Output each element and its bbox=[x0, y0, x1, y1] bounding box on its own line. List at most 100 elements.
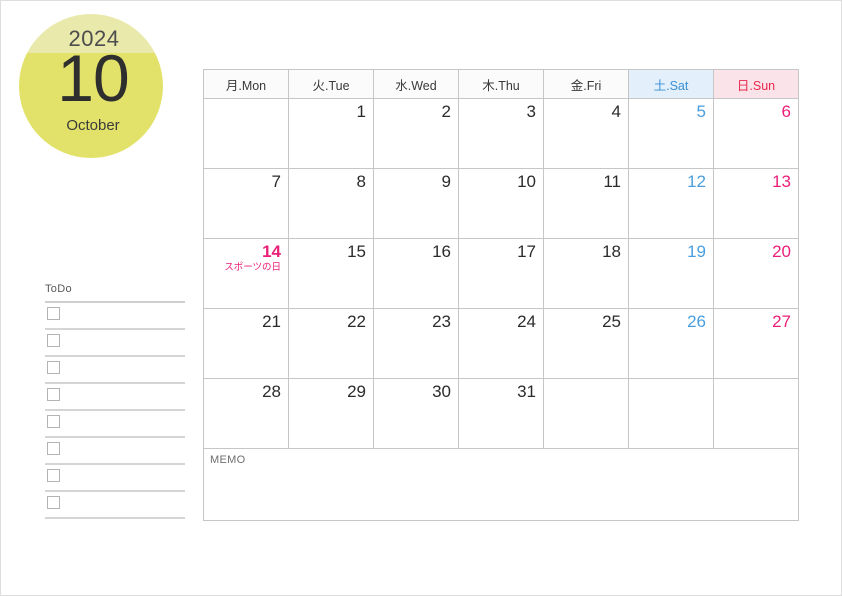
day-number bbox=[629, 379, 713, 382]
day-number: 23 bbox=[432, 312, 451, 331]
day-number: 5 bbox=[696, 102, 706, 121]
calendar-day-cell[interactable]: 15 bbox=[288, 238, 374, 309]
day-number: 9 bbox=[441, 172, 451, 191]
todo-checkbox[interactable] bbox=[47, 469, 60, 482]
calendar-page: 2024 10 October ToDo 月.Mon 火.Tue 水.Wed 木.Th… bbox=[0, 0, 842, 596]
day-number: 7 bbox=[271, 172, 281, 191]
day-number: 11 bbox=[603, 172, 621, 191]
calendar-day-cell[interactable]: 13 bbox=[713, 168, 799, 239]
calendar-day-cell[interactable]: 29 bbox=[288, 378, 374, 449]
calendar-header-weekday-1: 火.Tue bbox=[288, 69, 374, 99]
day-number: 13 bbox=[772, 172, 791, 191]
calendar-header-weekday-4: 金.Fri bbox=[543, 69, 629, 99]
calendar-day-cell[interactable]: 17 bbox=[458, 238, 544, 309]
calendar-day-cell[interactable]: 2 bbox=[373, 98, 459, 169]
calendar-day-cell[interactable]: 6 bbox=[713, 98, 799, 169]
todo-list bbox=[45, 303, 185, 519]
memo-cell[interactable]: MEMO bbox=[203, 448, 799, 521]
todo-item bbox=[45, 330, 185, 357]
calendar-day-cell[interactable]: 21 bbox=[203, 308, 289, 379]
todo-checkbox[interactable] bbox=[47, 361, 60, 374]
calendar-week-row: 28 29 30 31 bbox=[203, 378, 799, 449]
day-number: 14 bbox=[262, 242, 281, 261]
holiday-label: スポーツの日 bbox=[224, 261, 281, 273]
day-number: 2 bbox=[441, 102, 451, 121]
calendar-header-weekday-2: 水.Wed bbox=[373, 69, 459, 99]
calendar-empty-cell bbox=[203, 98, 289, 169]
todo-checkbox[interactable] bbox=[47, 334, 60, 347]
todo-item bbox=[45, 492, 185, 519]
todo-item bbox=[45, 411, 185, 438]
calendar-empty-cell bbox=[628, 378, 714, 449]
calendar-day-cell[interactable]: 19 bbox=[628, 238, 714, 309]
calendar-day-cell[interactable]: 1 bbox=[288, 98, 374, 169]
day-number: 20 bbox=[772, 242, 791, 261]
todo-item bbox=[45, 465, 185, 492]
day-number: 4 bbox=[611, 102, 621, 121]
day-number: 1 bbox=[356, 102, 366, 121]
todo-checkbox[interactable] bbox=[47, 388, 60, 401]
memo-row: MEMO bbox=[203, 448, 799, 521]
todo-checkbox[interactable] bbox=[47, 307, 60, 320]
calendar-day-cell[interactable]: 31 bbox=[458, 378, 544, 449]
calendar-day-cell[interactable]: 3 bbox=[458, 98, 544, 169]
day-number: 21 bbox=[262, 312, 281, 331]
calendar-header-saturday: 土.Sat bbox=[628, 69, 714, 99]
day-number bbox=[204, 99, 288, 102]
calendar-day-cell[interactable]: 30 bbox=[373, 378, 459, 449]
calendar-header-sunday: 日.Sun bbox=[713, 69, 799, 99]
day-number: 16 bbox=[432, 242, 451, 261]
calendar-week-row: 7 8 9 10 11 12 13 bbox=[203, 168, 799, 239]
calendar-header-row: 月.Mon 火.Tue 水.Wed 木.Thu 金.Fri 土.Sat 日.Sun bbox=[203, 69, 799, 99]
todo-item bbox=[45, 303, 185, 330]
calendar-day-cell[interactable]: 12 bbox=[628, 168, 714, 239]
todo-item bbox=[45, 357, 185, 384]
todo-checkbox[interactable] bbox=[47, 415, 60, 428]
calendar-day-cell[interactable]: 23 bbox=[373, 308, 459, 379]
day-number: 8 bbox=[356, 172, 366, 191]
day-number: 12 bbox=[687, 172, 706, 191]
calendar-day-cell[interactable]: 22 bbox=[288, 308, 374, 379]
day-number: 26 bbox=[687, 312, 706, 331]
calendar-table-wrapper: 月.Mon 火.Tue 水.Wed 木.Thu 金.Fri 土.Sat 日.Sun 1234… bbox=[203, 69, 799, 521]
day-number: 25 bbox=[602, 312, 621, 331]
day-number: 29 bbox=[347, 382, 366, 401]
day-number: 27 bbox=[772, 312, 791, 331]
day-number bbox=[544, 379, 628, 382]
calendar-day-cell[interactable]: 8 bbox=[288, 168, 374, 239]
calendar-day-cell[interactable]: 14 スポーツの日 bbox=[203, 238, 289, 309]
todo-checkbox[interactable] bbox=[47, 442, 60, 455]
calendar-day-cell[interactable]: 27 bbox=[713, 308, 799, 379]
day-number: 22 bbox=[347, 312, 366, 331]
todo-write-line[interactable] bbox=[45, 517, 185, 519]
calendar-day-cell[interactable]: 24 bbox=[458, 308, 544, 379]
calendar-day-cell[interactable]: 16 bbox=[373, 238, 459, 309]
todo-item bbox=[45, 438, 185, 465]
day-number: 15 bbox=[347, 242, 366, 261]
calendar-day-cell[interactable]: 10 bbox=[458, 168, 544, 239]
calendar-day-cell[interactable]: 11 bbox=[543, 168, 629, 239]
calendar-day-cell[interactable]: 20 bbox=[713, 238, 799, 309]
day-number: 17 bbox=[517, 242, 536, 261]
calendar-day-cell[interactable]: 26 bbox=[628, 308, 714, 379]
calendar-header-row-group: 月.Mon 火.Tue 水.Wed 木.Thu 金.Fri 土.Sat 日.Sun bbox=[203, 69, 799, 99]
calendar-header-weekday-0: 月.Mon bbox=[203, 69, 289, 99]
calendar-table: 月.Mon 火.Tue 水.Wed 木.Thu 金.Fri 土.Sat 日.Sun 1234… bbox=[203, 69, 799, 521]
day-number: 24 bbox=[517, 312, 536, 331]
calendar-day-cell[interactable]: 18 bbox=[543, 238, 629, 309]
calendar-day-cell[interactable]: 4 bbox=[543, 98, 629, 169]
calendar-header-weekday-3: 木.Thu bbox=[458, 69, 544, 99]
calendar-day-cell[interactable]: 5 bbox=[628, 98, 714, 169]
day-number bbox=[714, 379, 798, 382]
todo-checkbox[interactable] bbox=[47, 496, 60, 509]
calendar-day-cell[interactable]: 9 bbox=[373, 168, 459, 239]
calendar-day-cell[interactable]: 7 bbox=[203, 168, 289, 239]
month-badge: 2024 10 October bbox=[19, 14, 163, 158]
todo-section: ToDo bbox=[45, 284, 185, 519]
calendar-week-row: 21 22 23 24 25 26 27 bbox=[203, 308, 799, 379]
calendar-day-cell[interactable]: 28 bbox=[203, 378, 289, 449]
day-number: 19 bbox=[687, 242, 706, 261]
calendar-day-cell[interactable]: 25 bbox=[543, 308, 629, 379]
calendar-empty-cell bbox=[543, 378, 629, 449]
calendar-empty-cell bbox=[713, 378, 799, 449]
